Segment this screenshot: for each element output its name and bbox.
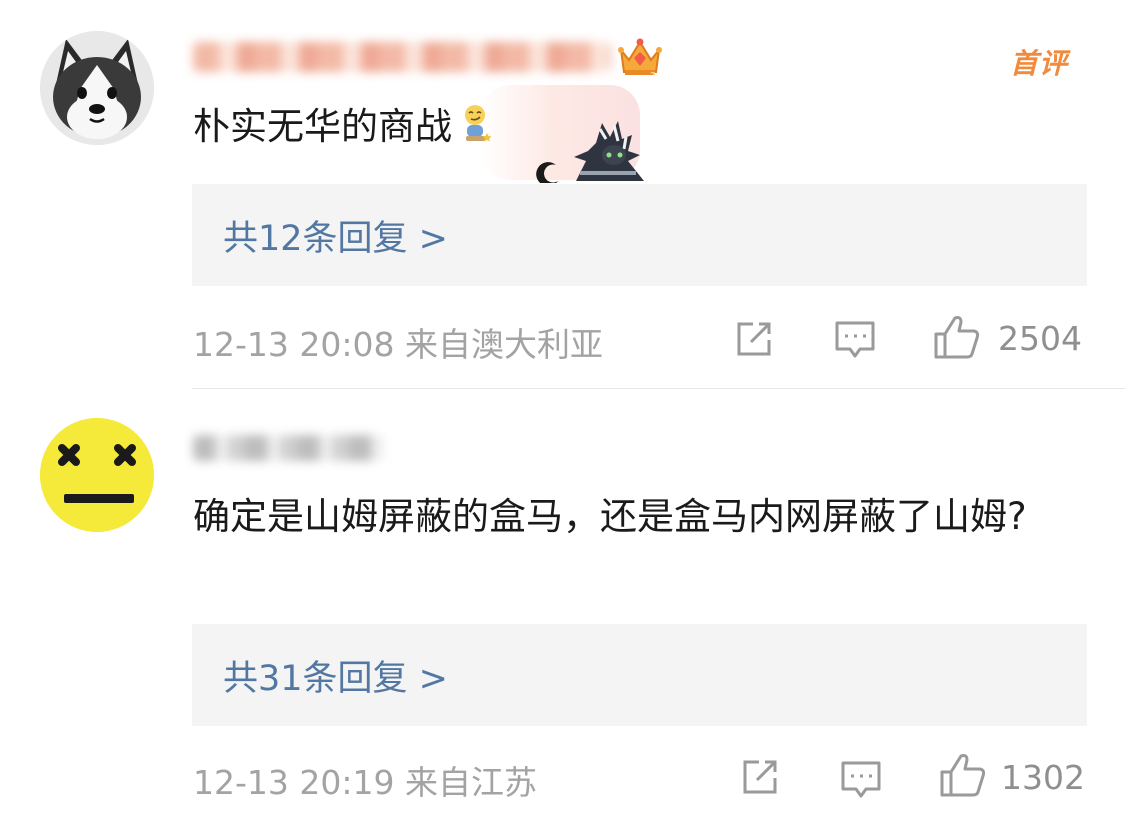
avatar[interactable]: [40, 418, 154, 532]
view-replies-link[interactable]: 共31条回复 >: [223, 650, 448, 701]
comment-meta: 12-13 20:19 来自江苏: [193, 763, 537, 802]
comment-item: 7 首评 朴实无华的商战 共12条回复 > 12-13 20:08 来自澳大利亚…: [0, 0, 1125, 389]
cat-sticker-icon: [536, 121, 644, 183]
comment-list: 7 首评 朴实无华的商战 共12条回复 > 12-13 20:08 来自澳大利亚…: [0, 0, 1125, 824]
comment-text: 朴实无华的商战: [193, 95, 494, 159]
reply-summary-box[interactable]: 共31条回复 >: [192, 624, 1087, 726]
comment-icon[interactable]: [840, 760, 882, 800]
svg-text:7: 7: [650, 72, 656, 80]
share-icon[interactable]: [739, 756, 781, 798]
username-blurred[interactable]: [193, 435, 383, 461]
reply-summary-box[interactable]: 共12条回复 >: [192, 184, 1087, 286]
dizzy-face-avatar-icon: [40, 418, 154, 532]
like-icon[interactable]: [933, 314, 981, 360]
comment-icon[interactable]: [834, 320, 876, 360]
smirk-emoji-icon: [465, 105, 492, 142]
husky-avatar-icon: [40, 31, 154, 145]
view-replies-link[interactable]: 共12条回复 >: [223, 210, 448, 261]
like-icon[interactable]: [939, 752, 987, 798]
like-count: 1302: [1001, 758, 1085, 797]
comment-body: 朴实无华的商战: [193, 105, 452, 148]
comment-meta: 12-13 20:08 来自澳大利亚: [193, 325, 603, 364]
like-count: 2504: [998, 319, 1082, 358]
username-blurred[interactable]: [193, 42, 611, 72]
avatar[interactable]: [40, 31, 154, 145]
first-comment-badge: 首评: [1010, 47, 1069, 80]
share-icon[interactable]: [733, 318, 775, 360]
comment-body: 确定是山姆屏蔽的盒马，还是盒马内网屏蔽了山姆?: [193, 495, 1027, 538]
comment-item: 确定是山姆屏蔽的盒马，还是盒马内网屏蔽了山姆? 共31条回复 > 12-13 2…: [0, 389, 1125, 824]
crown-icon: 7: [618, 38, 662, 80]
